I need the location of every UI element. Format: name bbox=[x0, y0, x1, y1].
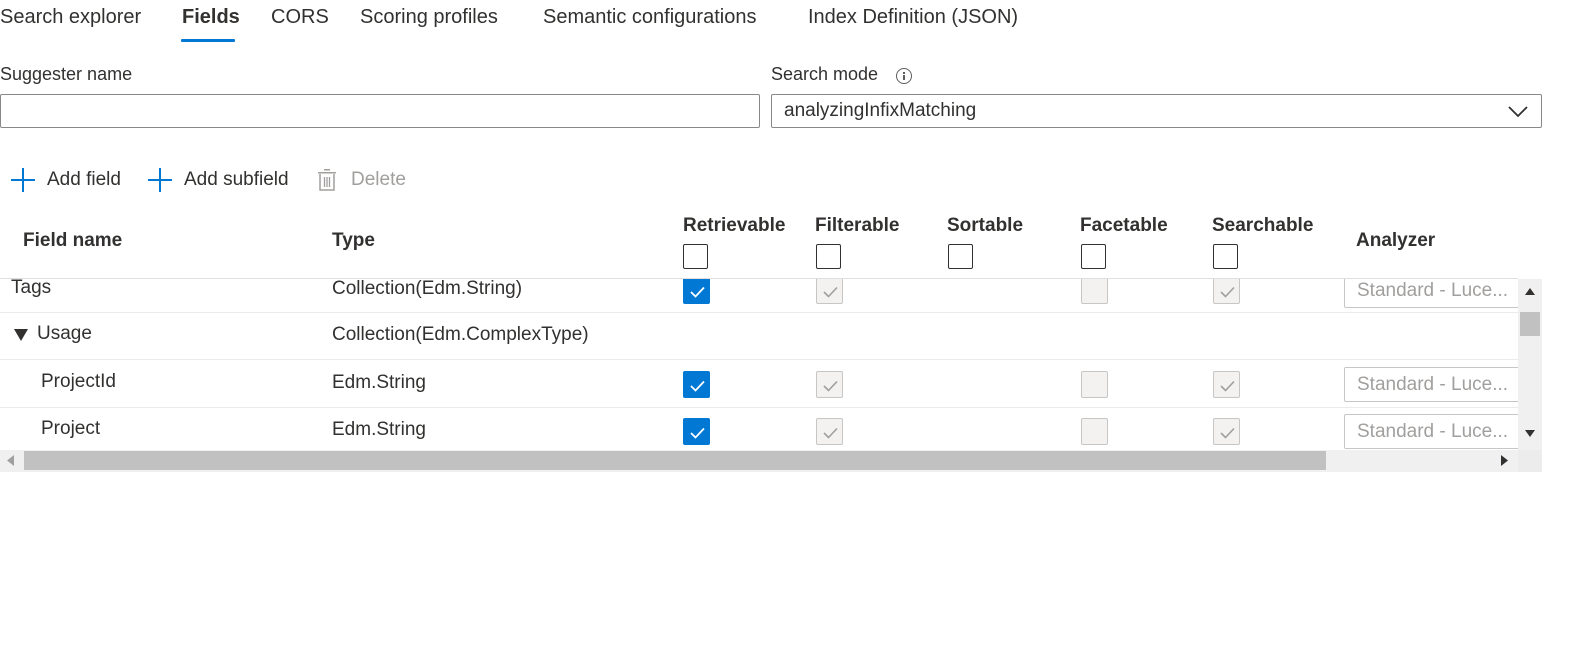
tab-semantic-configurations[interactable]: Semantic configurations bbox=[543, 6, 756, 29]
field-name-cell: Project bbox=[41, 418, 101, 439]
vertical-scroll-thumb[interactable] bbox=[1520, 312, 1540, 336]
table-row[interactable]: ProjectId Edm.String Standard - Luce... bbox=[0, 360, 1518, 408]
delete-label: Delete bbox=[351, 169, 406, 190]
field-name-cell: ProjectId bbox=[41, 371, 116, 392]
table-row[interactable]: Usage Collection(Edm.ComplexType) bbox=[0, 312, 1518, 360]
retrievable-checkbox[interactable] bbox=[683, 371, 710, 398]
searchable-checkbox bbox=[1213, 279, 1240, 304]
facetable-checkbox bbox=[1081, 371, 1108, 398]
select-all-facetable-checkbox[interactable] bbox=[1081, 244, 1106, 269]
column-header-facetable[interactable]: Facetable bbox=[1080, 215, 1168, 237]
scroll-left-arrow-icon[interactable] bbox=[7, 455, 14, 466]
column-header-type[interactable]: Type bbox=[332, 230, 375, 252]
chevron-down-icon bbox=[1508, 106, 1528, 118]
checkmark-icon bbox=[1220, 427, 1235, 439]
column-header-filterable[interactable]: Filterable bbox=[815, 215, 899, 237]
analyzer-dropdown[interactable]: Standard - Luce... bbox=[1344, 367, 1518, 402]
tab-index-definition-json[interactable]: Index Definition (JSON) bbox=[808, 6, 1018, 29]
analyzer-value: Standard - Luce... bbox=[1357, 373, 1509, 395]
type-cell: Collection(Edm.String) bbox=[332, 279, 523, 299]
suggester-name-label: Suggester name bbox=[0, 64, 133, 84]
add-icon bbox=[11, 168, 35, 192]
vertical-scrollbar[interactable] bbox=[1518, 279, 1542, 450]
add-subfield-label: Add subfield bbox=[184, 169, 289, 190]
tab-fields[interactable]: Fields bbox=[182, 6, 240, 29]
scroll-up-arrow-icon[interactable] bbox=[1525, 288, 1535, 295]
searchable-checkbox bbox=[1213, 371, 1240, 398]
info-icon[interactable] bbox=[896, 68, 912, 84]
checkmark-icon bbox=[690, 427, 705, 439]
search-mode-dropdown[interactable]: analyzingInfixMatching bbox=[771, 94, 1542, 128]
add-icon bbox=[148, 168, 172, 192]
checkmark-icon bbox=[823, 286, 838, 298]
type-cell: Edm.String bbox=[332, 419, 426, 440]
type-cell: Edm.String bbox=[332, 372, 426, 393]
scroll-right-arrow-icon[interactable] bbox=[1501, 455, 1508, 466]
column-header-retrievable[interactable]: Retrievable bbox=[683, 215, 785, 237]
fields-grid: Tags Collection(Edm.String) Standard - L… bbox=[0, 279, 1518, 450]
delete-button[interactable]: Delete bbox=[317, 165, 406, 195]
analyzer-dropdown[interactable]: Standard - Luce... bbox=[1344, 279, 1518, 308]
scroll-down-arrow-icon[interactable] bbox=[1525, 430, 1535, 437]
tab-cors[interactable]: CORS bbox=[271, 6, 329, 29]
checkmark-icon bbox=[690, 380, 705, 392]
filterable-checkbox bbox=[816, 418, 843, 445]
field-name-cell: Usage bbox=[37, 323, 92, 344]
retrievable-checkbox[interactable] bbox=[683, 279, 710, 304]
horizontal-scroll-thumb[interactable] bbox=[24, 451, 1326, 470]
checkmark-icon bbox=[823, 427, 838, 439]
scrollbar-corner bbox=[1518, 450, 1542, 472]
add-subfield-button[interactable]: Add subfield bbox=[148, 165, 289, 195]
search-mode-value: analyzingInfixMatching bbox=[784, 100, 977, 121]
suggester-name-input[interactable] bbox=[0, 94, 760, 128]
analyzer-value: Standard - Luce... bbox=[1357, 420, 1509, 442]
add-field-label: Add field bbox=[47, 169, 121, 190]
column-header-field-name[interactable]: Field name bbox=[23, 230, 122, 252]
analyzer-value: Standard - Luce... bbox=[1357, 279, 1509, 301]
tab-search-explorer[interactable]: Search explorer bbox=[0, 6, 141, 29]
retrievable-checkbox[interactable] bbox=[683, 418, 710, 445]
checkmark-icon bbox=[1220, 286, 1235, 298]
checkmark-icon bbox=[823, 380, 838, 392]
search-mode-label: Search mode bbox=[771, 64, 879, 84]
table-row[interactable]: Tags Collection(Edm.String) Standard - L… bbox=[0, 279, 1518, 313]
horizontal-scrollbar[interactable] bbox=[0, 450, 1518, 472]
select-all-filterable-checkbox[interactable] bbox=[816, 244, 841, 269]
facetable-checkbox bbox=[1081, 418, 1108, 445]
select-all-searchable-checkbox[interactable] bbox=[1213, 244, 1238, 269]
checkmark-icon bbox=[690, 286, 705, 298]
analyzer-dropdown[interactable]: Standard - Luce... bbox=[1344, 414, 1518, 449]
trash-icon bbox=[318, 169, 336, 191]
caret-down-icon[interactable] bbox=[13, 328, 29, 342]
active-tab-indicator bbox=[181, 39, 235, 42]
field-name-cell: Tags bbox=[11, 279, 52, 298]
filterable-checkbox bbox=[816, 371, 843, 398]
column-header-searchable[interactable]: Searchable bbox=[1212, 215, 1313, 237]
searchable-checkbox bbox=[1213, 418, 1240, 445]
checkmark-icon bbox=[1220, 380, 1235, 392]
facetable-checkbox bbox=[1081, 279, 1108, 304]
table-row[interactable]: Project Edm.String Standard - Luce... bbox=[0, 408, 1518, 450]
select-all-retrievable-checkbox[interactable] bbox=[683, 244, 708, 269]
tab-scoring-profiles[interactable]: Scoring profiles bbox=[360, 6, 498, 29]
filterable-checkbox bbox=[816, 279, 843, 304]
add-field-button[interactable]: Add field bbox=[11, 165, 121, 195]
column-header-analyzer[interactable]: Analyzer bbox=[1356, 230, 1435, 252]
select-all-sortable-checkbox[interactable] bbox=[948, 244, 973, 269]
type-cell: Collection(Edm.ComplexType) bbox=[332, 324, 589, 345]
column-header-sortable[interactable]: Sortable bbox=[947, 215, 1023, 237]
